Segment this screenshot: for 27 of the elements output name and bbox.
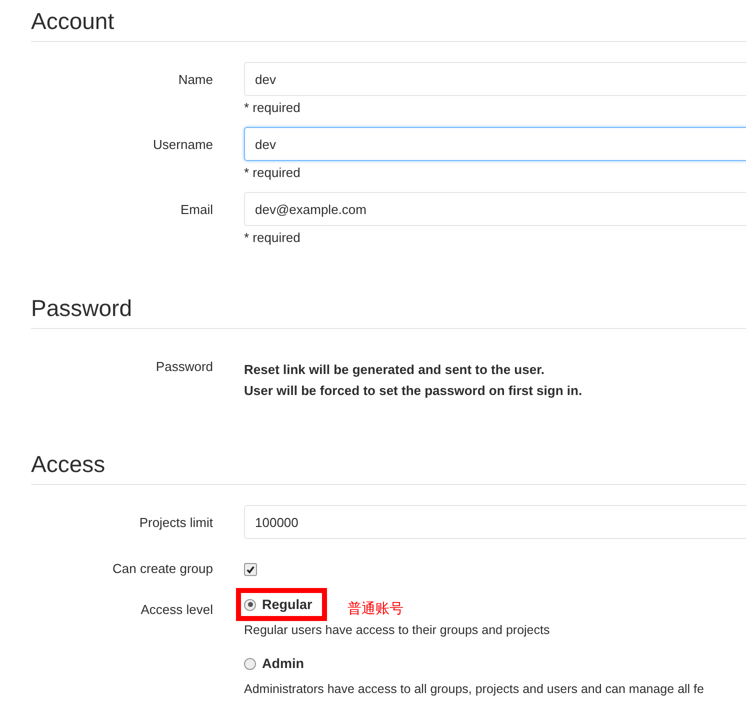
text-input-field[interactable]: 100000 [244,505,746,539]
radio-button[interactable] [244,658,256,670]
checkbox[interactable] [244,563,257,576]
text-input-field[interactable]: dev [244,127,746,161]
field-label: Username [152,136,213,154]
field-label: Password [154,358,213,376]
required-hint: * required [244,230,302,245]
required-hint: * required [244,100,302,115]
radio-button[interactable] [244,598,256,610]
annotation-text: 普通账号 [347,600,404,618]
required-hint: * required [244,165,302,180]
section-heading: Password [31,287,746,329]
text-input-field[interactable]: dev@example.com [244,192,746,226]
section-heading: Account [31,0,746,42]
field-label: Projects limit [138,514,213,532]
password-note: Reset link will be generated and sent to the user. [244,361,546,379]
option-description: Regular users have access to their groups and projects [244,623,550,637]
section-heading: Access [31,443,746,485]
field-label: Name [177,71,213,89]
field-label: Access level [140,601,213,619]
password-note: User will be forced to set the password on first sign in. [244,382,584,400]
field-label: Email [179,201,213,219]
radio-label[interactable]: Regular [262,597,312,612]
field-label: Can create group [112,560,213,576]
text-input-field[interactable]: dev [244,62,746,96]
radio-label[interactable]: Admin [262,656,304,671]
option-description: Administrators have access to all groups, projects and users and can manage all fe [244,682,704,696]
